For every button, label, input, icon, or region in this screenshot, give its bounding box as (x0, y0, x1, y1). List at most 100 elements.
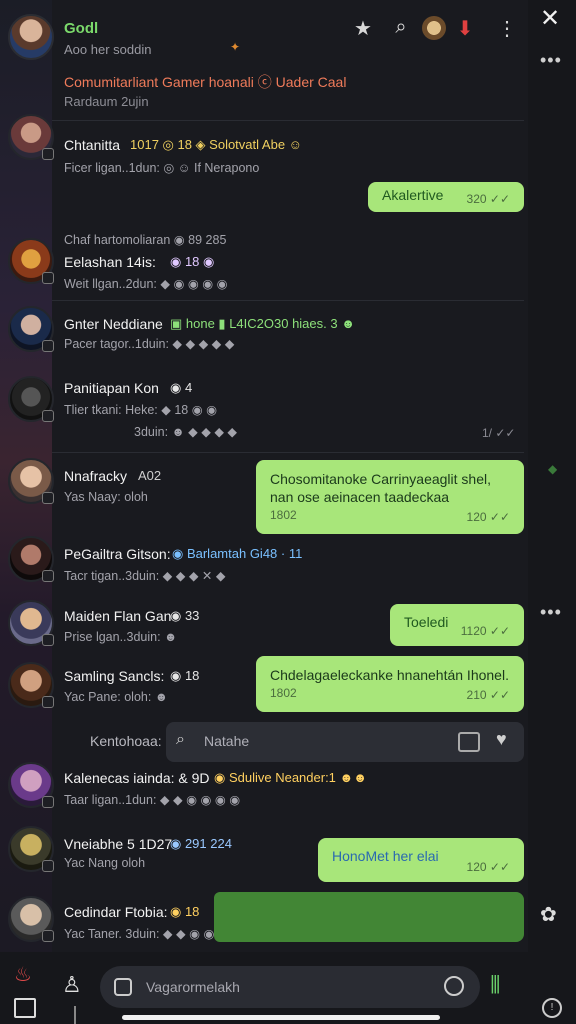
attachment-icon[interactable] (114, 978, 132, 996)
status-badge: ◉ 291 224 (170, 836, 232, 851)
chat-subtitle: Aoo her soddin (64, 42, 152, 57)
avatar (8, 896, 54, 942)
status-badge: ◉ Barlamtah Gi48 · 11 (172, 546, 303, 561)
divider (52, 452, 524, 453)
status-dot-icon: ◆ (548, 462, 558, 476)
book-icon[interactable] (14, 998, 36, 1018)
timestamp: 320 ✓✓ (466, 192, 510, 206)
contact-name: Gnter Neddiane (64, 316, 163, 332)
contact-name: Maiden Flan Gan (64, 608, 172, 624)
last-message: Yac Pane: oloh: ☻ (64, 690, 168, 704)
last-message: Yas Naay: oloh (64, 490, 148, 504)
message-text: Chdelagaeleckanke hnanehtán Ihonel. (270, 667, 509, 683)
avatar (8, 600, 54, 646)
star-icon[interactable]: ★ (350, 16, 376, 41)
palette-icon[interactable]: ✿ (540, 902, 557, 927)
avatar (8, 536, 54, 582)
status-badge: ▣ hone ▮ L4IC2O30 hiaes. 3 ☻ (170, 316, 355, 331)
last-message: Taar ligan..1dun: ◆ ◆ ◉ ◉ ◉ ◉ (64, 793, 241, 807)
list-item[interactable]: PeGailtra Gitson: ◉ Barlamtah Gi48 · 11 … (0, 534, 528, 594)
last-message: Ficer ligan..1dun: ◎ ☺ If Nerapono (64, 161, 260, 175)
avatar (8, 662, 54, 708)
last-message: Yac Nang oloh (64, 856, 146, 870)
timestamp: 210 ✓✓ (466, 688, 510, 702)
announcement-sub: Rardaum 2ujin (64, 94, 149, 109)
clock-icon[interactable] (444, 976, 464, 996)
search-icon: ⌕ (176, 731, 185, 748)
last-message: Tacr tigan..3duin: ◆ ◆ ◆ ✕ ◆ (64, 569, 226, 583)
divider (52, 300, 524, 301)
status-badge: A02 (138, 468, 162, 483)
avatar (8, 826, 54, 872)
heart-icon[interactable]: ♥ (496, 729, 507, 750)
list-item[interactable]: Gnter Neddiane ▣ hone ▮ L4IC2O30 hiaes. … (0, 304, 528, 364)
profile-icon[interactable]: ♙ (62, 972, 82, 998)
timestamp: 1120 ✓✓ (460, 624, 510, 638)
composer-placeholder: Vagarormelakh (146, 979, 240, 995)
status-badge: ◉ 18 ◉ (170, 254, 215, 269)
camera-icon[interactable] (458, 732, 480, 752)
message-bubble[interactable]: HonoMet her elai 120 ✓✓ (318, 838, 524, 882)
last-message: Tlier tkani: Heke: ◆ 18 ◉ ◉ (64, 403, 218, 417)
list-item[interactable]: Panitiapan Kon ◉ 4 Tlier tkani: Heke: ◆ … (0, 368, 528, 452)
status-badge: 1017 ◎ 18 ◈ Solotvatl Abe ☺ (130, 137, 302, 152)
contact-name: Vneiabhe 5 1D27 (64, 836, 173, 852)
message-text: Akalertive (382, 187, 444, 203)
avatar (8, 238, 54, 284)
list-item[interactable]: Kalenecas iainda: & 9D ◉ Sdulive Neander… (0, 760, 528, 820)
avatar (8, 458, 54, 504)
contact-name: Kalenecas iainda: & 9D (64, 770, 210, 786)
search-input[interactable]: ⌕ Natahe ♥ (166, 722, 524, 762)
divider (74, 1006, 76, 1024)
chat-title: Godl (64, 20, 99, 37)
message-bubble[interactable]: Chosomitanoke Carrinyaeaglit shel, nan o… (256, 460, 524, 534)
search-icon[interactable]: ⌕ (388, 16, 414, 39)
message-text: HonoMet her elai (332, 848, 439, 864)
timestamp: 120 ✓✓ (466, 510, 510, 524)
contact-name: PeGailtra Gitson: (64, 546, 171, 562)
search-placeholder: Natahe (204, 733, 250, 749)
info-icon[interactable]: ! (542, 998, 562, 1018)
contact-name: Eelashan 14is: (64, 254, 156, 270)
avatar[interactable] (422, 16, 446, 40)
last-message: Weit llgan..2dun: ◆ ◉ ◉ ◉ ◉ (64, 277, 228, 291)
flame-icon[interactable]: ♨ (14, 962, 32, 987)
status-badge: ◉ 18 (170, 904, 200, 919)
search-label: Kentohoaa: (90, 733, 162, 749)
status-badge: ◉ 18 (170, 668, 200, 683)
message-bubble[interactable]: Chdelagaeleckanke hnanehtán Ihonel. 1802… (256, 656, 524, 712)
spark-icon: ✦ (230, 40, 241, 54)
avatar (8, 762, 54, 808)
pin-icon[interactable]: ⬇ (452, 16, 478, 41)
message-text: Toeledi (404, 614, 449, 630)
contact-name: Chtanitta (64, 137, 121, 153)
home-indicator (122, 1015, 440, 1020)
more-icon[interactable]: ••• (540, 602, 562, 623)
close-icon[interactable]: ✕ (540, 4, 560, 33)
more-icon[interactable]: ••• (540, 50, 562, 71)
message-input[interactable]: Vagarormelakh (100, 966, 480, 1008)
avatar (8, 376, 54, 422)
right-rail (528, 0, 576, 1024)
contact-name: Panitiapan Kon (64, 380, 159, 396)
timestamp: 1/ ✓✓ (482, 426, 516, 440)
avatar[interactable] (8, 14, 54, 60)
more-icon[interactable]: ⋮ (494, 16, 520, 41)
preview-line: 3duin: ☻ ◆ ◆ ◆ ◆ (134, 425, 238, 439)
top-bar: Godl Aoo her soddin ★ ⌕ ⬇ ⋮ ✕ ••• ✦ (0, 0, 576, 70)
status-badge: ◉ 4 (170, 380, 193, 395)
list-item[interactable]: Chaf hartomoliaran ◉ 89 285 Eelashan 14i… (0, 228, 528, 300)
message-bubble[interactable] (214, 892, 524, 942)
timestamp: 120 ✓✓ (466, 860, 510, 874)
contact-name: Cedindar Ftobia: (64, 904, 168, 920)
avatar (8, 306, 54, 352)
preview-line: Chaf hartomoliaran ◉ 89 285 (64, 233, 227, 247)
message-bubble[interactable]: Akalertive 320 ✓✓ (368, 182, 524, 212)
announcement-banner[interactable]: Comumitarliant Gamer hoanali ⓒ Uader Caa… (64, 72, 346, 92)
last-message: Prise lgan..3duin: ☻ (64, 630, 178, 644)
contact-name: Nnafracky (64, 468, 128, 484)
message-bubble[interactable]: Toeledi 1120 ✓✓ (390, 604, 524, 646)
mic-icon[interactable]: ⦀ (490, 972, 501, 1000)
status-badge: ◉ 33 (170, 608, 200, 623)
status-badge: ◉ Sdulive Neander:1 ☻☻ (214, 770, 367, 785)
